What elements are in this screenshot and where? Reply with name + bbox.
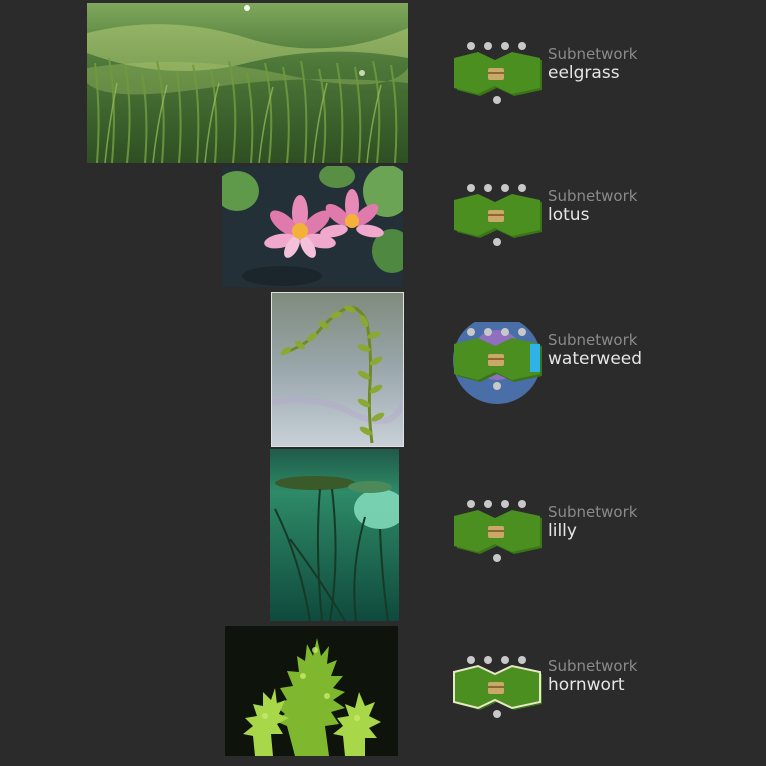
subnetwork-green-icon xyxy=(454,184,542,246)
subnetwork-selected-icon xyxy=(453,322,542,404)
node-waterweed[interactable] xyxy=(450,322,550,404)
thumbnail-lilly xyxy=(270,449,399,621)
node-type-label: Subnetwork xyxy=(548,45,638,63)
node-name-label[interactable]: lilly xyxy=(548,522,577,541)
node-type-label: Subnetwork xyxy=(548,503,638,521)
node-name-label[interactable]: hornwort xyxy=(548,676,625,695)
thumbnail-eelgrass xyxy=(87,3,408,163)
node-hornwort[interactable] xyxy=(450,652,550,722)
node-type-label: Subnetwork xyxy=(548,331,638,349)
thumbnail-lotus xyxy=(222,166,403,287)
node-name-label[interactable]: eelgrass xyxy=(548,64,620,83)
node-name-label[interactable]: lotus xyxy=(548,206,589,225)
node-name-label[interactable]: waterweed xyxy=(548,350,642,369)
thumbnail-hornwort xyxy=(225,626,398,756)
node-eelgrass[interactable] xyxy=(450,38,550,108)
thumbnail-waterweed xyxy=(272,293,403,446)
node-type-label: Subnetwork xyxy=(548,657,638,675)
node-lilly[interactable] xyxy=(450,496,550,566)
node-type-label: Subnetwork xyxy=(548,187,638,205)
subnetwork-outlined-icon xyxy=(453,656,542,718)
network-editor-canvas[interactable]: Subnetwork eelgrass Subnetwork lotus Sub… xyxy=(0,0,766,766)
node-lotus[interactable] xyxy=(450,180,550,250)
subnetwork-green-icon xyxy=(454,42,542,104)
subnetwork-green-icon xyxy=(454,500,542,562)
